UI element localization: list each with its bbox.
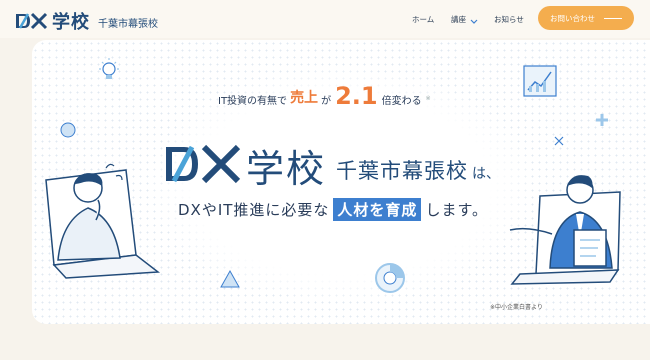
subline-pre: DXやIT推進に必要な (178, 201, 330, 219)
arrow-line-icon (604, 18, 622, 19)
tagline-note-mark: ※ (425, 95, 431, 102)
subline-post: します。 (425, 201, 488, 219)
nav-home[interactable]: ホーム (412, 14, 434, 25)
hero-title-particle: は、 (472, 165, 501, 182)
chart-icon (523, 65, 557, 97)
hero-subline: DXやIT推進に必要な 人材を育成 します。 (178, 198, 488, 221)
logo-campus-text: 千葉市幕張校 (98, 18, 158, 30)
tagline-sales: 売上 (290, 90, 319, 106)
hero-title: 学校 千葉市幕張校 は、 (162, 138, 500, 193)
triangle-icon (220, 269, 240, 288)
site-header: 学校 千葉市幕張校 ホーム 講座 お知らせ お問い合わせ (0, 0, 650, 38)
person-presenting-illustration (509, 175, 621, 285)
person-thinking-illustration (45, 163, 161, 279)
pie-chart-icon (375, 263, 405, 293)
logo-school-text: 学校 (52, 12, 90, 33)
contact-button-label: お問い合わせ (550, 13, 595, 23)
cross-small-icon (554, 136, 564, 146)
dx-logo-icon (14, 12, 50, 30)
coin-icon (60, 122, 76, 138)
tagline-number: 2.1 (335, 82, 378, 110)
tagline-ga: が (321, 96, 332, 107)
tagline-prefix: IT投資の有無で (218, 96, 288, 107)
hero-tagline: IT投資の有無で 売上 が 2.1 倍変わる ※ (218, 82, 431, 110)
hero-title-city: 千葉市幕張校 (336, 158, 469, 183)
lightbulb-icon (99, 58, 119, 79)
contact-button[interactable]: お問い合わせ (538, 6, 634, 30)
subline-highlight: 人材を育成 (333, 198, 422, 221)
tagline-suffix: 倍変わる (381, 96, 422, 107)
hero-section: IT投資の有無で 売上 が 2.1 倍変わる ※ 学校 千葉市幕張校 は、 DX… (32, 40, 650, 324)
nav-news[interactable]: お知らせ (494, 14, 524, 25)
hero-footnote: ※中小企業白書より (490, 304, 543, 311)
chevron-down-icon[interactable] (469, 12, 479, 31)
hero-title-school: 学校 (246, 147, 327, 191)
dx-logo-icon (162, 143, 242, 189)
nav-course[interactable]: 講座 (451, 14, 466, 25)
site-logo[interactable]: 学校 千葉市幕張校 (14, 8, 158, 34)
cross-deco-icon (596, 114, 608, 126)
